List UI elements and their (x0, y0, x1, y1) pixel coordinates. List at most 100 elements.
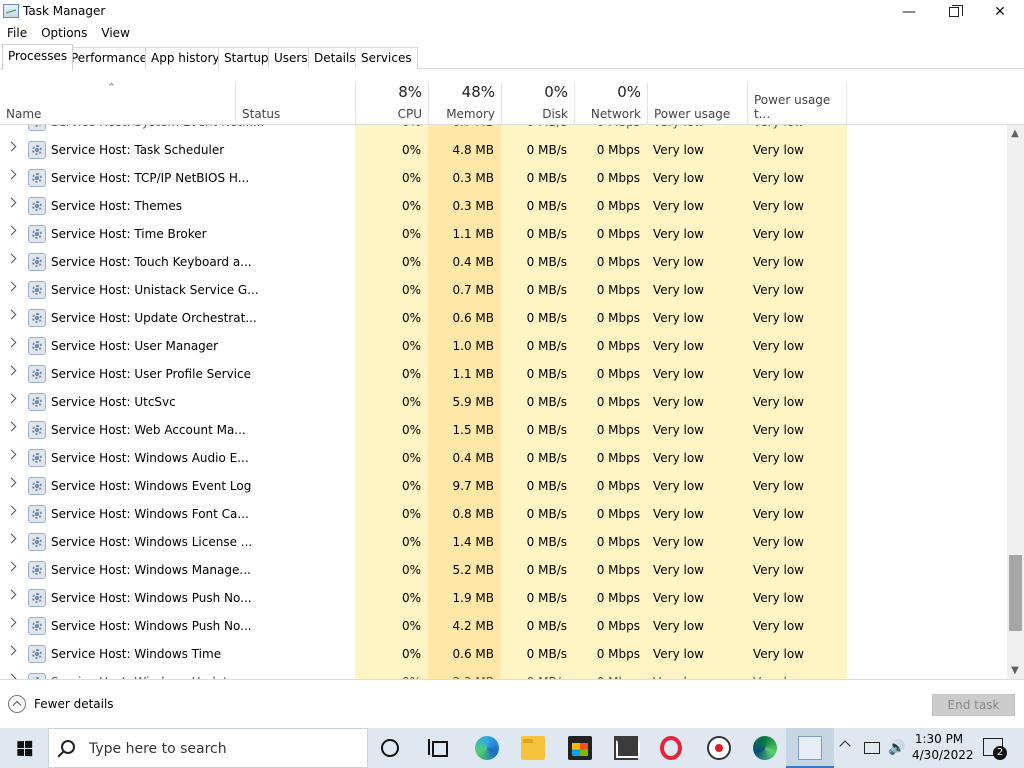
process-name: Service Host: Windows License ... (51, 535, 253, 549)
expand-chevron-icon[interactable] (6, 589, 17, 600)
table-row[interactable]: Service Host: Windows Update0%2.3 MB0 MB… (0, 668, 1007, 679)
service-gear-icon (28, 533, 46, 551)
expand-chevron-icon[interactable] (6, 225, 17, 236)
expand-chevron-icon[interactable] (6, 477, 17, 488)
expand-chevron-icon[interactable] (6, 561, 17, 572)
table-row[interactable]: Service Host: Windows Push No... 0% 4.2 MB… (0, 612, 1007, 640)
tab-services[interactable]: Services (355, 47, 418, 69)
expand-chevron-icon[interactable] (6, 281, 17, 292)
chevron-up-circle-icon[interactable] (8, 695, 26, 713)
task-view-icon[interactable] (428, 736, 452, 760)
table-row[interactable]: Service Host: Web Account Ma... 0% 1.5 MB 0… (0, 416, 1007, 444)
fewer-details-link[interactable]: Fewer details (34, 697, 114, 711)
table-row[interactable]: Service Host: Windows Event Log 0% 9.7 MB 0… (0, 472, 1007, 500)
table-row[interactable]: Service Host: Time Broker 0% 1.1 MB 0 MB/s 0… (0, 220, 1007, 248)
expand-chevron-icon[interactable] (6, 309, 17, 320)
system-clock[interactable]: 1:30 PM 4/30/2022 (912, 731, 974, 763)
service-gear-icon (28, 309, 46, 327)
power-usage-value: Very low (653, 647, 704, 661)
scrollbar-thumb[interactable] (1009, 555, 1022, 631)
power-usage-value: Very low (653, 591, 704, 605)
tab-processes[interactable]: Processes (2, 44, 74, 70)
table-row[interactable]: Service Host: Windows License ... 0% 1.4 M… (0, 528, 1007, 556)
column-disk-header[interactable]: 0% Disk (501, 83, 574, 125)
expand-chevron-icon[interactable] (6, 197, 17, 208)
volume-icon[interactable]: 🔊 (888, 740, 905, 756)
tab-details[interactable]: Details (308, 47, 362, 69)
column-name-header[interactable]: Name (0, 83, 235, 125)
expand-chevron-icon[interactable] (6, 141, 17, 152)
mail-icon[interactable] (614, 736, 640, 760)
expand-chevron-icon[interactable] (6, 449, 17, 460)
table-row[interactable]: Service Host: System Event Notifi... 0% 0.… (0, 125, 1007, 136)
opera-browser-icon[interactable] (660, 736, 682, 760)
column-status-header[interactable]: Status (235, 83, 355, 125)
minimize-button[interactable]: — (886, 0, 932, 24)
table-row[interactable]: Service Host: Windows Push No... 0% 1.9 MB… (0, 584, 1007, 612)
start-button[interactable] (0, 728, 48, 768)
task-manager-taskbar-icon[interactable] (798, 736, 822, 760)
process-name: Service Host: System Event Notifi... (51, 125, 264, 129)
column-power-trend-header[interactable]: Power usage t... (747, 83, 847, 125)
table-row[interactable]: Service Host: Windows Manage... 0% 5.2 MB 0… (0, 556, 1007, 584)
expand-chevron-icon[interactable] (6, 533, 17, 544)
screen-recorder-icon[interactable] (707, 736, 731, 760)
expand-chevron-icon[interactable] (6, 393, 17, 404)
tab-app-history[interactable]: App history (145, 47, 226, 69)
end-task-button[interactable]: End task (932, 694, 1015, 716)
column-power-header[interactable]: Power usage (647, 83, 747, 125)
expand-chevron-icon[interactable] (6, 505, 17, 516)
column-cpu-header[interactable]: 8% CPU (355, 83, 428, 125)
table-row[interactable]: Service Host: Update Orchestrat... 0% 0.6 … (0, 304, 1007, 332)
edge-browser-icon[interactable] (475, 736, 499, 760)
close-button[interactable]: ✕ (977, 0, 1023, 24)
cpu-value: 0% (401, 591, 421, 605)
menu-view[interactable]: View (94, 24, 136, 44)
column-memory-header[interactable]: 48% Memory (428, 83, 501, 125)
table-row[interactable]: Service Host: Windows Time 0% 0.6 MB 0 MB/s… (0, 640, 1007, 668)
column-network-header[interactable]: 0% Network (574, 83, 647, 125)
expand-chevron-icon[interactable] (6, 253, 17, 264)
menu-options[interactable]: Options (34, 24, 94, 44)
menu-file[interactable]: File (0, 24, 34, 44)
tab-startup[interactable]: Startup (218, 47, 275, 69)
table-row[interactable]: Service Host: User Manager 0% 1.0 MB 0 MB/s… (0, 332, 1007, 360)
network-icon[interactable] (864, 742, 880, 754)
table-row[interactable]: Service Host: Unistack Service G... 0% 0.7… (0, 276, 1007, 304)
vertical-scrollbar[interactable]: ▲ ▼ (1007, 125, 1024, 679)
table-row[interactable]: Service Host: Task Scheduler 0% 4.8 MB 0 MB… (0, 136, 1007, 164)
table-row[interactable]: Service Host: Windows Audio E... 0% 0.4 MB… (0, 444, 1007, 472)
expand-chevron-icon[interactable] (6, 169, 17, 180)
expand-chevron-icon[interactable] (6, 617, 17, 628)
cortana-icon[interactable] (381, 739, 399, 757)
tab-users[interactable]: Users (268, 47, 314, 69)
title-bar: Task Manager — ✕ (0, 0, 1024, 24)
memory-value: 1.1 MB (452, 367, 494, 381)
show-hidden-icons-chevron-icon[interactable] (839, 740, 851, 752)
table-row[interactable]: Service Host: Touch Keyboard a... 0% 0.4 M… (0, 248, 1007, 276)
power-trend-value: Very low (753, 367, 804, 381)
table-row[interactable]: Service Host: TCP/IP NetBIOS H... 0% 0.3 M… (0, 164, 1007, 192)
scroll-up-arrow-icon[interactable]: ▲ (1010, 128, 1020, 139)
power-usage-value: Very low (653, 311, 704, 325)
expand-chevron-icon[interactable] (6, 421, 17, 432)
taskbar-search-box[interactable]: Type here to search (48, 728, 368, 768)
file-explorer-icon[interactable] (521, 736, 545, 760)
table-row[interactable]: Service Host: Windows Font Ca... 0% 0.8 MB… (0, 500, 1007, 528)
network-value: 0 Mbps (596, 227, 640, 241)
notification-count-badge: 2 (993, 746, 1007, 760)
edge-dev-browser-icon[interactable] (753, 736, 777, 760)
table-row[interactable]: Service Host: UtcSvc 0% 5.9 MB 0 MB/s 0 Mbps… (0, 388, 1007, 416)
expand-chevron-icon[interactable] (6, 337, 17, 348)
microsoft-store-icon[interactable] (568, 736, 592, 760)
table-row[interactable]: Service Host: User Profile Service 0% 1.1 … (0, 360, 1007, 388)
expand-chevron-icon[interactable] (6, 645, 17, 656)
memory-value: 1.9 MB (452, 591, 494, 605)
expand-chevron-icon[interactable] (6, 365, 17, 376)
column-name-label: Name (6, 107, 42, 121)
tab-performance[interactable]: Performance (65, 47, 154, 69)
disk-value: 0 MB/s (526, 507, 567, 521)
maximize-button[interactable] (931, 0, 977, 24)
scroll-down-arrow-icon[interactable]: ▼ (1010, 665, 1020, 676)
table-row[interactable]: Service Host: Themes 0% 0.3 MB 0 MB/s 0 Mbps… (0, 192, 1007, 220)
